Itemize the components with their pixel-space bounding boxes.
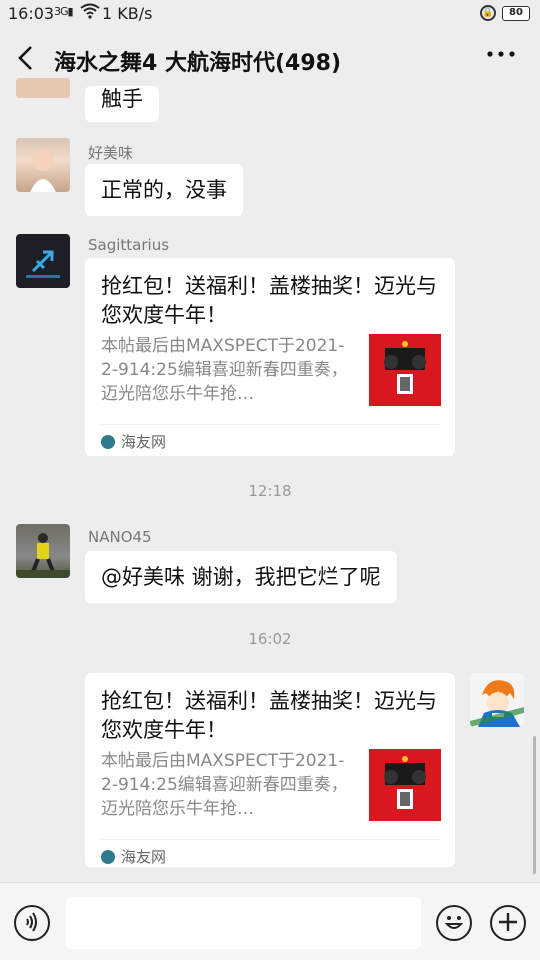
card-title: 抢红包！送福利！盖楼抽奖！迈光与您欢度牛年！ (101, 689, 437, 742)
sender-name: Sagittarius (88, 236, 170, 254)
wifi-icon (80, 3, 100, 23)
input-bar (0, 882, 540, 960)
source-logo-icon (101, 435, 115, 449)
voice-icon[interactable] (14, 905, 50, 941)
source-logo-icon (101, 850, 115, 864)
signal-icon: 3G▮ (54, 5, 74, 18)
card-source-label: 海友网 (121, 433, 167, 451)
message-input[interactable] (66, 897, 421, 949)
chat-title: 海水之舞4 大航海时代(498) (54, 51, 341, 76)
message-text: 正常的，没事 (101, 178, 227, 202)
avatar-self[interactable] (470, 673, 524, 727)
message-bubble[interactable]: 正常的，没事 (85, 164, 243, 216)
status-bar: 16:03 3G▮ 1 KB/s 🔒 80 (0, 0, 540, 28)
emoji-icon[interactable] (436, 905, 472, 941)
card-source-label: 海友网 (121, 848, 167, 866)
message-bubble[interactable]: @好美味 谢谢，我把它烂了呢 (85, 551, 397, 603)
back-arrow-icon[interactable] (16, 44, 38, 74)
plus-icon[interactable] (490, 905, 526, 941)
message-text: 触手 (101, 87, 143, 111)
avatar-nano45[interactable] (16, 524, 70, 578)
avatar-haomeiwei[interactable] (16, 138, 70, 192)
timestamp: 12:18 (248, 482, 292, 500)
avatar-sagittarius[interactable] (16, 234, 70, 288)
chat-header: 海水之舞4 大航海时代(498) (0, 28, 540, 90)
battery-indicator: 80 (502, 6, 530, 21)
link-card[interactable]: 抢红包！送福利！盖楼抽奖！迈光与您欢度牛年！ 本帖最后由MAXSPECT于202… (85, 673, 455, 867)
sender-name: 好美味 (88, 144, 134, 162)
card-thumbnail (369, 749, 441, 821)
card-title: 抢红包！送福利！盖楼抽奖！迈光与您欢度牛年！ (101, 274, 437, 327)
card-description: 本帖最后由MAXSPECT于2021-2-914:25编辑喜迎新春四重奏，迈光陪… (101, 336, 348, 404)
link-card[interactable]: 抢红包！送福利！盖楼抽奖！迈光与您欢度牛年！ 本帖最后由MAXSPECT于202… (85, 258, 455, 456)
sender-name: NANO45 (88, 528, 152, 546)
message-text: @好美味 谢谢，我把它烂了呢 (101, 565, 381, 589)
avatar[interactable] (16, 78, 70, 98)
rotation-lock-icon: 🔒 (480, 5, 496, 21)
status-time: 16:03 (8, 4, 55, 23)
message-bubble-partial: 触手 (85, 86, 159, 122)
card-thumbnail (369, 334, 441, 406)
signal-label: 3G (54, 5, 68, 18)
card-source: 海友网 (101, 839, 439, 873)
network-rate: 1 KB/s (102, 4, 153, 23)
card-description: 本帖最后由MAXSPECT于2021-2-914:25编辑喜迎新春四重奏，迈光陪… (101, 751, 348, 819)
more-icon[interactable] (486, 44, 516, 66)
card-source: 海友网 (101, 424, 439, 458)
scrollbar[interactable] (533, 736, 536, 874)
timestamp: 16:02 (248, 630, 292, 648)
